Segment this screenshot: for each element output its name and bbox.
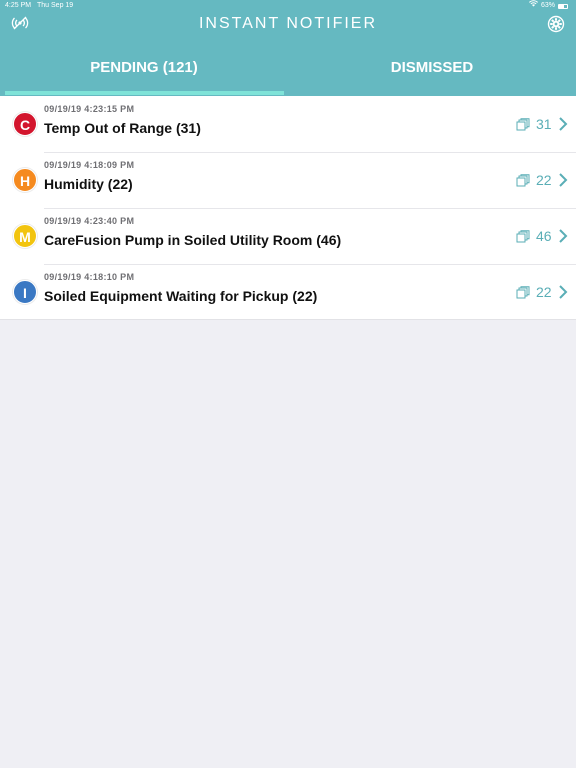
notification-title: Humidity (22) [44,176,133,192]
notification-timestamp: 09/19/19 4:18:09 PM [44,160,135,170]
notification-count-group: 31 [516,114,568,134]
notification-count: 22 [536,172,552,188]
stacked-copies-icon [516,229,530,243]
notification-title: Soiled Equipment Waiting for Pickup (22) [44,288,318,304]
tab-pending[interactable]: PENDING (121) [0,56,288,96]
notification-count: 46 [536,228,552,244]
app-title: INSTANT NOTIFIER [198,15,378,32]
battery-percent: 63% [540,2,555,9]
priority-badge: M [13,224,37,248]
notification-count-group: 22 [516,282,568,302]
battery-icon [558,3,568,9]
notification-timestamp: 09/19/19 4:18:10 PM [44,272,135,282]
notification-list: C 09/19/19 4:23:15 PM Temp Out of Range … [0,96,576,320]
notification-count-group: 46 [516,226,568,246]
stacked-copies-icon [516,285,530,299]
wifi-icon [528,0,538,12]
chevron-right-icon [558,284,568,300]
stacked-copies-icon [516,117,530,131]
chevron-right-icon [558,116,568,132]
priority-badge: C [13,112,37,136]
chevron-right-icon [558,172,568,188]
tab-dismissed[interactable]: DISMISSED [288,56,576,96]
app-header: 4:25 PM Thu Sep 19 63% INSTANT NOTIFIER [0,0,576,96]
stacked-copies-icon [516,173,530,187]
priority-badge: H [13,168,37,192]
notification-count-group: 22 [516,170,568,190]
notification-row[interactable]: I 09/19/19 4:18:10 PM Soiled Equipment W… [0,264,576,320]
notification-row[interactable]: H 09/19/19 4:18:09 PM Humidity (22) 22 [0,152,576,208]
status-indicators: 63% [528,0,568,12]
settings-button[interactable] [546,15,566,38]
notification-row[interactable]: C 09/19/19 4:23:15 PM Temp Out of Range … [0,96,576,152]
status-bar: 4:25 PM Thu Sep 19 63% [0,0,576,12]
active-tab-indicator [5,91,284,95]
notification-title: CareFusion Pump in Soiled Utility Room (… [44,232,342,248]
status-date: Thu Sep 19 [37,2,74,9]
notification-title: Temp Out of Range (31) [44,120,201,136]
priority-badge: I [13,280,37,304]
gear-icon [547,15,565,38]
notification-count: 31 [536,116,552,132]
status-time: 4:25 PM [5,2,32,9]
notification-timestamp: 09/19/19 4:23:15 PM [44,104,135,114]
notification-row[interactable]: M 09/19/19 4:23:40 PM CareFusion Pump in… [0,208,576,264]
chevron-right-icon [558,228,568,244]
notification-timestamp: 09/19/19 4:23:40 PM [44,216,135,226]
notification-count: 22 [536,284,552,300]
